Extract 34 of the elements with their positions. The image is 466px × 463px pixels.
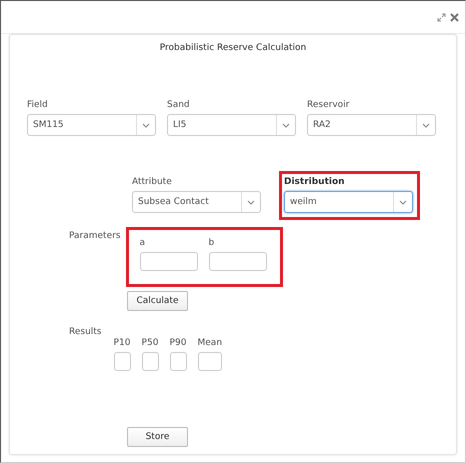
input-field[interactable] — [114, 352, 130, 371]
section-label: Parameters — [69, 231, 121, 241]
input-field[interactable] — [198, 352, 222, 371]
calculate-button[interactable]: Calculate — [127, 291, 188, 311]
dropdown-select[interactable]: LI5 — [167, 114, 296, 136]
field-label: Field — [27, 100, 49, 110]
field-label: Attribute — [132, 177, 173, 187]
dropdown-select[interactable]: Subsea Contact — [132, 191, 261, 213]
dropdown-select[interactable]: SM115 — [27, 114, 156, 136]
input-field[interactable] — [140, 252, 198, 271]
caret-icon — [282, 122, 290, 128]
field-label: Distribution — [284, 177, 346, 187]
field-label: P50 — [142, 338, 158, 348]
caret-icon — [142, 122, 150, 128]
expand-icon[interactable] — [437, 12, 446, 22]
field-label: P10 — [114, 338, 130, 348]
dropdown-select[interactable]: RA2 — [307, 114, 436, 136]
caret-icon — [399, 200, 407, 204]
field-label: Reservoir — [307, 100, 350, 110]
field-label: a — [140, 238, 146, 248]
field-label: P90 — [170, 338, 186, 348]
dialog-title: Probabilistic Reserve Calculation — [160, 43, 306, 53]
input-field[interactable] — [142, 352, 158, 371]
field-label: Sand — [167, 100, 191, 110]
input-field[interactable] — [208, 252, 267, 271]
input-field[interactable] — [170, 352, 186, 371]
store-button[interactable]: Store — [127, 427, 188, 447]
caret-icon — [422, 122, 430, 128]
caret-icon — [247, 200, 255, 204]
section-label: Results — [69, 327, 102, 339]
field-label: Mean — [198, 338, 222, 348]
dropdown-select[interactable]: weilm — [284, 191, 413, 213]
close-icon[interactable] — [450, 12, 459, 22]
field-label: b — [208, 238, 216, 248]
